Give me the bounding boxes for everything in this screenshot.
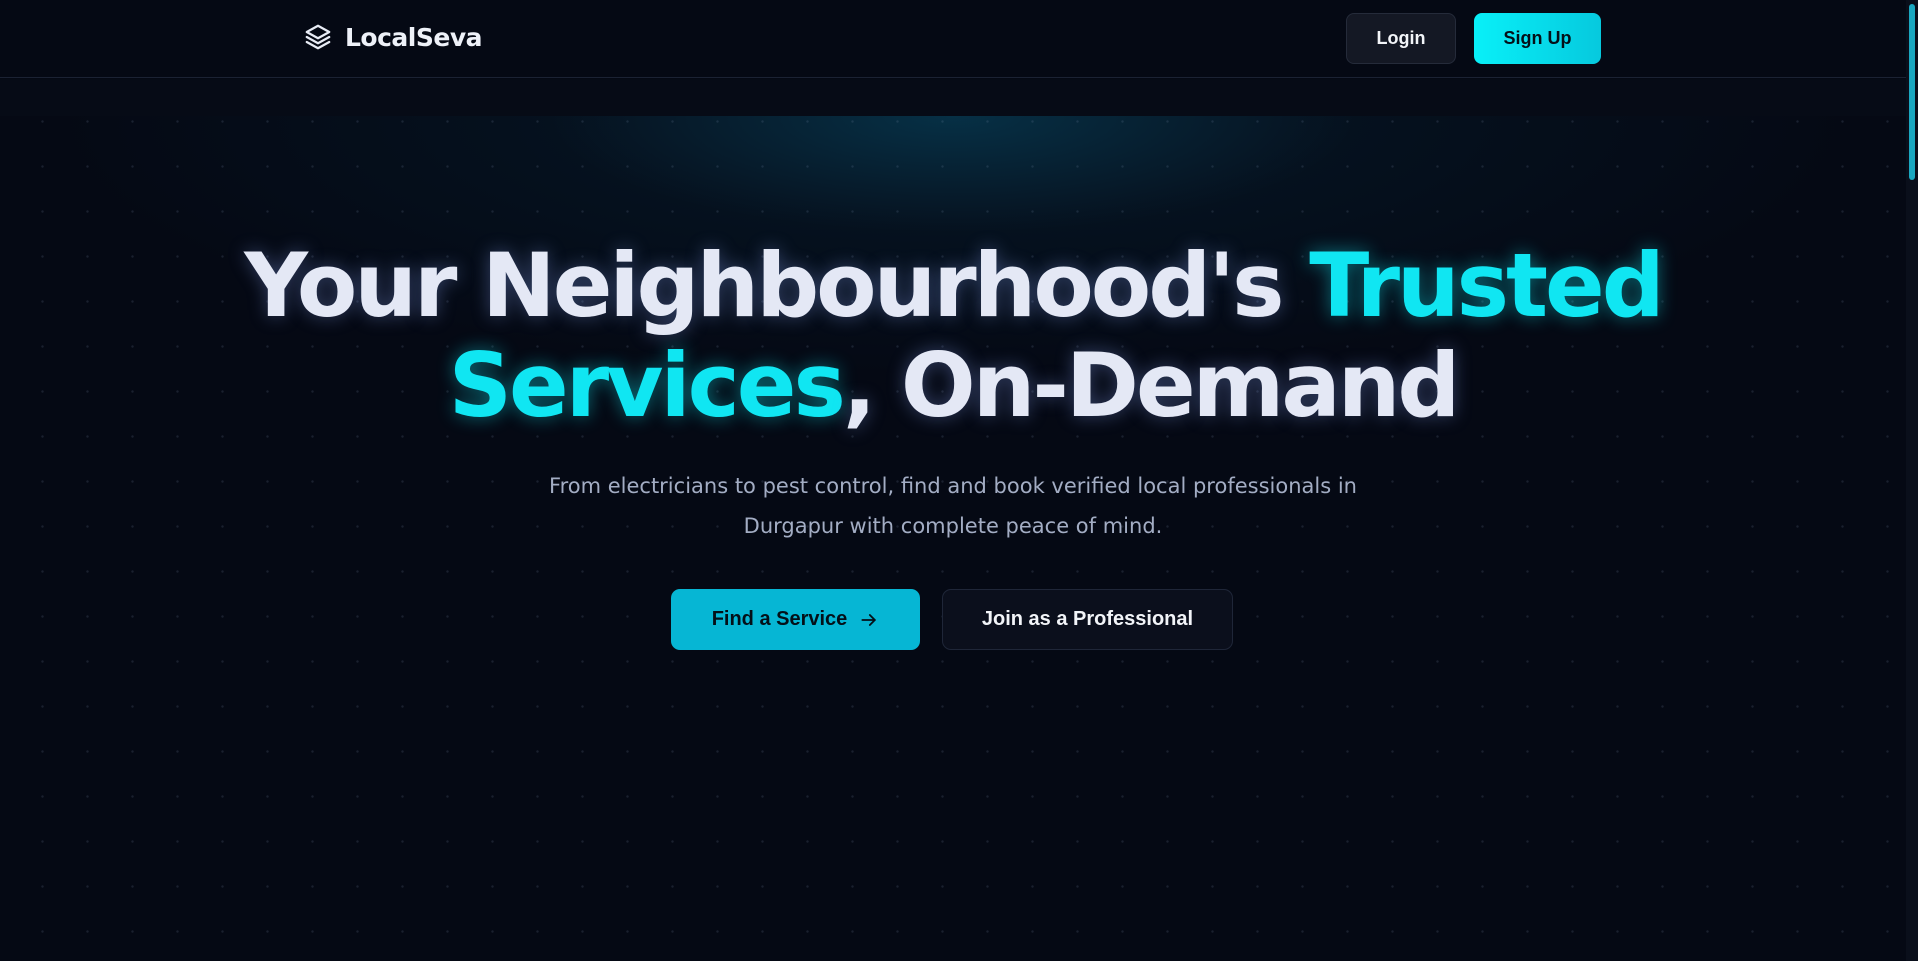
headline-text-2: , On-Demand [842,334,1460,437]
brand-name: LocalSeva [345,22,483,52]
brand-logo[interactable]: LocalSeva [303,22,483,52]
sub-navigation-bar [0,79,1906,116]
page-scrollbar[interactable] [1906,0,1918,961]
headline-highlight-services: Services [448,334,846,437]
hero-headline: Your Neighbourhood's Trusted Services, O… [0,236,1906,436]
scrollbar-thumb[interactable] [1909,4,1915,180]
login-button[interactable]: Login [1346,13,1456,64]
find-service-button[interactable]: Find a Service [671,589,920,650]
landing-page: LocalSeva Login Sign Up Your Neighbourho… [0,0,1918,961]
arrow-right-icon [861,613,877,626]
join-professional-button[interactable]: Join as a Professional [942,589,1233,650]
headline-text-1: Your Neighbourhood's [244,234,1310,337]
find-service-label: Find a Service [711,608,848,630]
headline-highlight-trusted: Trusted [1309,234,1665,337]
top-nav: LocalSeva Login Sign Up [0,0,1906,78]
layers-icon [305,24,331,50]
hero-subtext: From electricians to pest control, find … [549,474,1357,538]
signup-button[interactable]: Sign Up [1474,13,1601,64]
